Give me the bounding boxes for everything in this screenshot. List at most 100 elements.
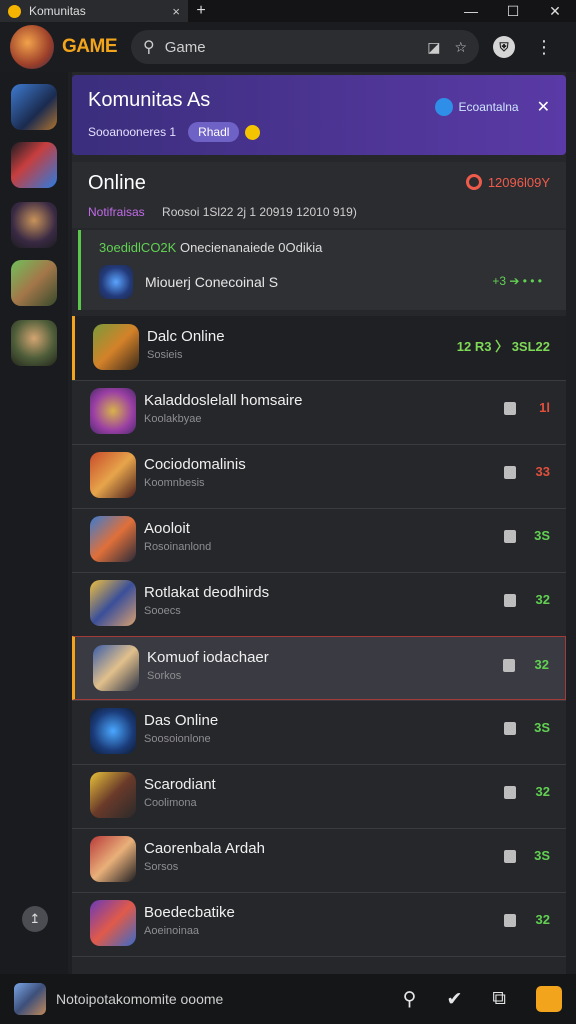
notice-detail-text: Miouerj Conecoinal S (145, 274, 279, 290)
community-panel: Komunitas As Sooanooneres 1 Rhadl Ecoant… (72, 72, 566, 974)
server-icon[interactable] (11, 142, 57, 188)
banner-subtitle: Sooanooneres 1 (88, 125, 177, 139)
item-name: Caorenbala Ardah (144, 840, 265, 857)
avatar (90, 516, 136, 562)
notice-detail: Miouerj Conecoinal S (99, 265, 548, 299)
status-indicator: 1l (539, 400, 550, 415)
banner-action[interactable]: Ecoantalna ✕ (434, 97, 550, 117)
banner-close-button[interactable]: ✕ (537, 97, 550, 117)
bottom-actions: ⚲ ✔ ⧉ (403, 986, 562, 1012)
item-subtitle: Aoeinoinaa (144, 925, 200, 937)
search-input[interactable]: Game (165, 39, 206, 56)
list-item[interactable]: Komuof iodachaer Sorkos 32 (72, 636, 566, 700)
server-icon[interactable] (11, 84, 57, 130)
item-name: Rotlakat deodhirds (144, 584, 270, 601)
avatar (93, 645, 139, 691)
avatar (90, 708, 136, 754)
window-icon[interactable]: ⧉ (492, 988, 506, 1010)
more-vertical-icon[interactable]: ⋮ (535, 37, 553, 58)
status-indicator: 33 (535, 464, 550, 479)
banner-subtitle-row: Sooanooneres 1 Rhadl (88, 122, 550, 142)
list-item[interactable]: Scarodiant Coolimona 32 (72, 764, 566, 828)
avatar (90, 452, 136, 498)
community-banner[interactable]: Komunitas As Sooanooneres 1 Rhadl Ecoant… (72, 75, 566, 155)
item-subtitle: Sorsos (144, 861, 179, 873)
notice-card[interactable]: 3oedidlCO2K Onecienanaiede 0Odikia Mioue… (78, 230, 566, 310)
brand-name: GAME (62, 36, 118, 57)
window-controls: — ☐ ✕ (450, 3, 576, 20)
list-item[interactable]: Boedecbatike Aoeinoinaa 32 (72, 892, 566, 956)
maximize-button[interactable]: ☐ (492, 3, 534, 20)
section-meta-text: Roosoi 1Sl22 2j 1 20919 12010 919) (162, 205, 357, 219)
new-tab-button[interactable]: + (188, 2, 214, 20)
section-tag[interactable]: Notifraisas (88, 205, 145, 219)
avatar[interactable] (14, 983, 46, 1015)
list-item[interactable]: Caorenbala Ardah Sorsos 3S (72, 828, 566, 892)
tab-close-button[interactable]: × (172, 4, 180, 19)
list-item[interactable]: Rotlakat deodhirds Sooecs 32 (72, 572, 566, 636)
item-name: Boedecbatike (144, 904, 235, 921)
status-indicator: 3S (534, 720, 550, 735)
app-logo[interactable] (10, 25, 54, 69)
status-icon (465, 174, 482, 190)
app-icon (8, 4, 21, 18)
avatar (90, 900, 136, 946)
close-window-button[interactable]: ✕ (534, 3, 576, 20)
user-status-text: Notoipotakomomite ooome (56, 991, 224, 1007)
item-subtitle: Sooecs (144, 605, 181, 617)
status-indicator: 32 (535, 912, 550, 927)
minimize-button[interactable]: — (450, 3, 492, 20)
search-icon[interactable]: ⚲ (403, 988, 417, 1011)
shield-icon[interactable]: ⛨ (493, 36, 515, 58)
status-indicator: 32 (535, 784, 550, 799)
browser-tab[interactable]: Komunitas × (0, 0, 188, 22)
emoji-icon (245, 124, 261, 140)
lock-icon[interactable] (503, 659, 515, 672)
status-indicator: 3S (534, 848, 550, 863)
lock-icon[interactable] (504, 402, 516, 415)
search-bar[interactable]: ⚲ Game ◪ ☆ (131, 30, 479, 64)
item-name: Kaladdoslelall homsaire (144, 392, 303, 409)
search-icon: ⚲ (143, 39, 155, 56)
item-subtitle: Soosoionlone (144, 733, 211, 745)
status-indicator: 32 (534, 657, 549, 672)
bookmark-icon[interactable]: ☆ (454, 39, 467, 56)
lock-icon[interactable] (504, 594, 516, 607)
avatar (90, 772, 136, 818)
avatar (90, 836, 136, 882)
server-icon[interactable] (11, 202, 57, 248)
lock-icon[interactable] (504, 722, 516, 735)
status-indicator: 3S (534, 528, 550, 543)
lock-icon[interactable] (504, 786, 516, 799)
list-item[interactable]: Das Online Soosoionlone 3S (72, 700, 566, 764)
lock-icon[interactable] (504, 850, 516, 863)
notice-highlight: 3oedidlCO2K (99, 240, 177, 255)
banner-action-label: Ecoantalna (458, 100, 519, 114)
item-name: Cociodomalinis (144, 456, 246, 473)
item-subtitle: Koomnbesis (144, 477, 205, 489)
server-icon[interactable] (11, 260, 57, 306)
add-server-icon[interactable]: ↥ (22, 906, 48, 932)
image-icon[interactable]: ◪ (427, 39, 440, 56)
avatar (93, 324, 139, 370)
check-icon[interactable]: ✔ (447, 988, 463, 1011)
list-item[interactable]: Kaladdoslelall homsaire Koolakbyae 1l (72, 380, 566, 444)
item-subtitle: Coolimona (144, 797, 197, 809)
inbox-icon[interactable] (536, 986, 562, 1012)
server-icon[interactable] (11, 320, 57, 366)
item-name: Scarodiant (144, 776, 216, 793)
list-item[interactable]: Aooloit Rosoinanlond 3S (72, 508, 566, 572)
link-icon (434, 98, 453, 116)
banner-chip[interactable]: Rhadl (188, 122, 240, 142)
lock-icon[interactable] (504, 466, 516, 479)
list-item[interactable]: Dalc Online Sosieis 12 R3 〉 3SL22 (72, 316, 566, 380)
list-item[interactable]: Cociodomalinis Koomnbesis 33 (72, 444, 566, 508)
server-rail: ↥ (0, 72, 68, 974)
lock-icon[interactable] (504, 914, 516, 927)
tab-title: Komunitas (29, 4, 86, 18)
lock-icon[interactable] (504, 530, 516, 543)
status-badge[interactable]: 12096l09Y (465, 174, 550, 190)
item-subtitle: Koolakbyae (144, 413, 202, 425)
avatar (90, 580, 136, 626)
online-header: Online Notifraisas Roosoi 1Sl22 2j 1 209… (72, 162, 566, 228)
